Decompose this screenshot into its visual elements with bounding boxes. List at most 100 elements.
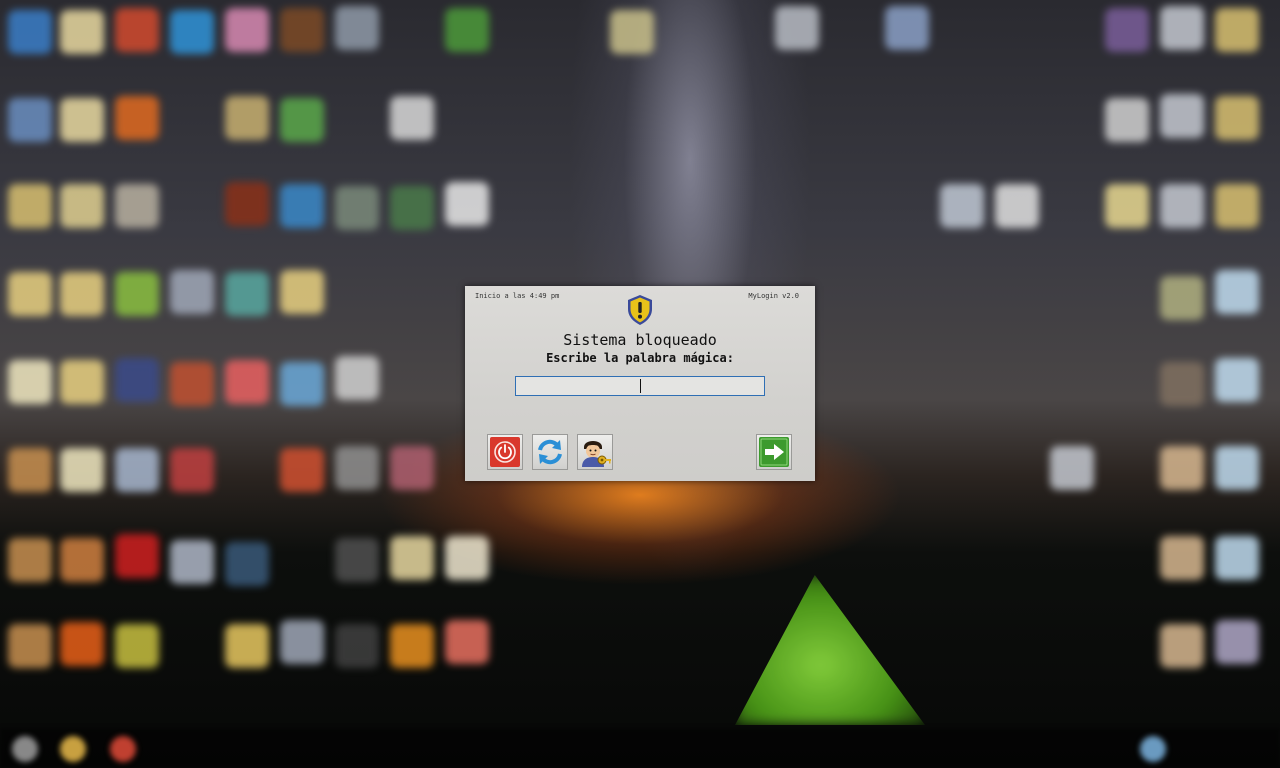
desktop-icon (1215, 358, 1259, 402)
password-prompt: Escribe la palabra mágica: (546, 351, 734, 365)
desktop-icon (60, 184, 104, 228)
desktop-icon (1215, 536, 1259, 580)
desktop-icon (115, 8, 159, 52)
shield-warning-icon (626, 294, 654, 326)
desktop-icon (445, 182, 489, 226)
desktop-icon (8, 360, 52, 404)
desktop-icon (225, 96, 269, 140)
desktop-icon (225, 624, 269, 668)
desktop-icon (1215, 8, 1259, 52)
user-key-icon (582, 441, 611, 467)
desktop-icon (885, 6, 929, 50)
desktop-icon (335, 186, 379, 230)
desktop-icon (225, 360, 269, 404)
desktop-icon (8, 98, 52, 142)
desktop-icon (170, 362, 214, 406)
desktop-icon (225, 182, 269, 226)
desktop-icon (170, 270, 214, 314)
desktop-icon (280, 270, 324, 314)
desktop-icon (115, 358, 159, 402)
desktop-icon (280, 184, 324, 228)
desktop-icon (390, 624, 434, 668)
desktop-icon (1105, 8, 1149, 52)
app-version-label: MyLogin v2.0 (748, 292, 799, 300)
desktop-icon (1215, 446, 1259, 490)
desktop-icon (1160, 94, 1204, 138)
folder-icon (60, 736, 86, 762)
desktop-icon (170, 448, 214, 492)
desktop-icon (280, 98, 324, 142)
desktop-icon (8, 538, 52, 582)
desktop-icon (335, 538, 379, 582)
desktop-icon (60, 622, 104, 666)
desktop-icon (1050, 446, 1094, 490)
desktop-icon (335, 624, 379, 668)
desktop-icon (60, 10, 104, 54)
desktop-icon (1160, 624, 1204, 668)
desktop-icon (775, 6, 819, 50)
desktop-icon (390, 536, 434, 580)
desktop-icon (1105, 98, 1149, 142)
desktop-icon (280, 620, 324, 664)
desktop-icon (280, 8, 324, 52)
text-caret (640, 379, 641, 393)
desktop-icon (610, 10, 654, 54)
desktop-icon (8, 10, 52, 54)
desktop-icon (225, 8, 269, 52)
desktop-icon (8, 448, 52, 492)
tent-image (735, 575, 925, 725)
desktop-icon (115, 272, 159, 316)
desktop-icon (1160, 536, 1204, 580)
desktop-icon (60, 98, 104, 142)
desktop-icon (390, 96, 434, 140)
desktop-icon (1160, 446, 1204, 490)
refresh-icon (538, 439, 562, 465)
dialog-title: Sistema bloqueado (563, 331, 717, 349)
desktop-icon (335, 6, 379, 50)
desktop-icon (390, 446, 434, 490)
desktop-icon (170, 10, 214, 54)
taskbar (0, 728, 1280, 768)
desktop-icon (225, 542, 269, 586)
refresh-button[interactable] (532, 434, 568, 470)
desktop-icon (60, 538, 104, 582)
start-icon (12, 736, 38, 762)
arrow-right-icon (759, 437, 789, 467)
desktop-icon (280, 362, 324, 406)
desktop-icon (60, 272, 104, 316)
desktop-icon (1215, 620, 1259, 664)
enter-button[interactable] (756, 434, 792, 470)
desktop-icon (115, 624, 159, 668)
desktop-icon (115, 448, 159, 492)
desktop-icon (60, 360, 104, 404)
desktop-icon (170, 540, 214, 584)
desktop-icon (445, 620, 489, 664)
desktop-icon (225, 272, 269, 316)
blurred-desktop-background: Inicio a las 4:49 pm MyLogin v2.0 Sistem… (0, 0, 1280, 768)
desktop-icon (115, 96, 159, 140)
desktop-icon (1160, 184, 1204, 228)
desktop-icon (8, 624, 52, 668)
desktop-icon (335, 356, 379, 400)
desktop-icon (8, 272, 52, 316)
desktop-icon (1215, 96, 1259, 140)
desktop-icon (8, 184, 52, 228)
desktop-icon (60, 448, 104, 492)
desktop-icon (1215, 184, 1259, 228)
user-key-button[interactable] (577, 434, 613, 470)
desktop-icon (390, 186, 434, 230)
desktop-icon (115, 534, 159, 578)
desktop-icon (1160, 276, 1204, 320)
desktop-icon (1215, 270, 1259, 314)
power-icon (490, 437, 520, 467)
desktop-icon (445, 536, 489, 580)
desktop-icon (1105, 184, 1149, 228)
desktop-icon (1160, 362, 1204, 406)
desktop-icon (940, 184, 984, 228)
power-button[interactable] (487, 434, 523, 470)
desktop-icon (995, 184, 1039, 228)
desktop-icon (445, 8, 489, 52)
tray-icon (1140, 736, 1166, 762)
desktop-icon (335, 446, 379, 490)
desktop-icon (1160, 6, 1204, 50)
